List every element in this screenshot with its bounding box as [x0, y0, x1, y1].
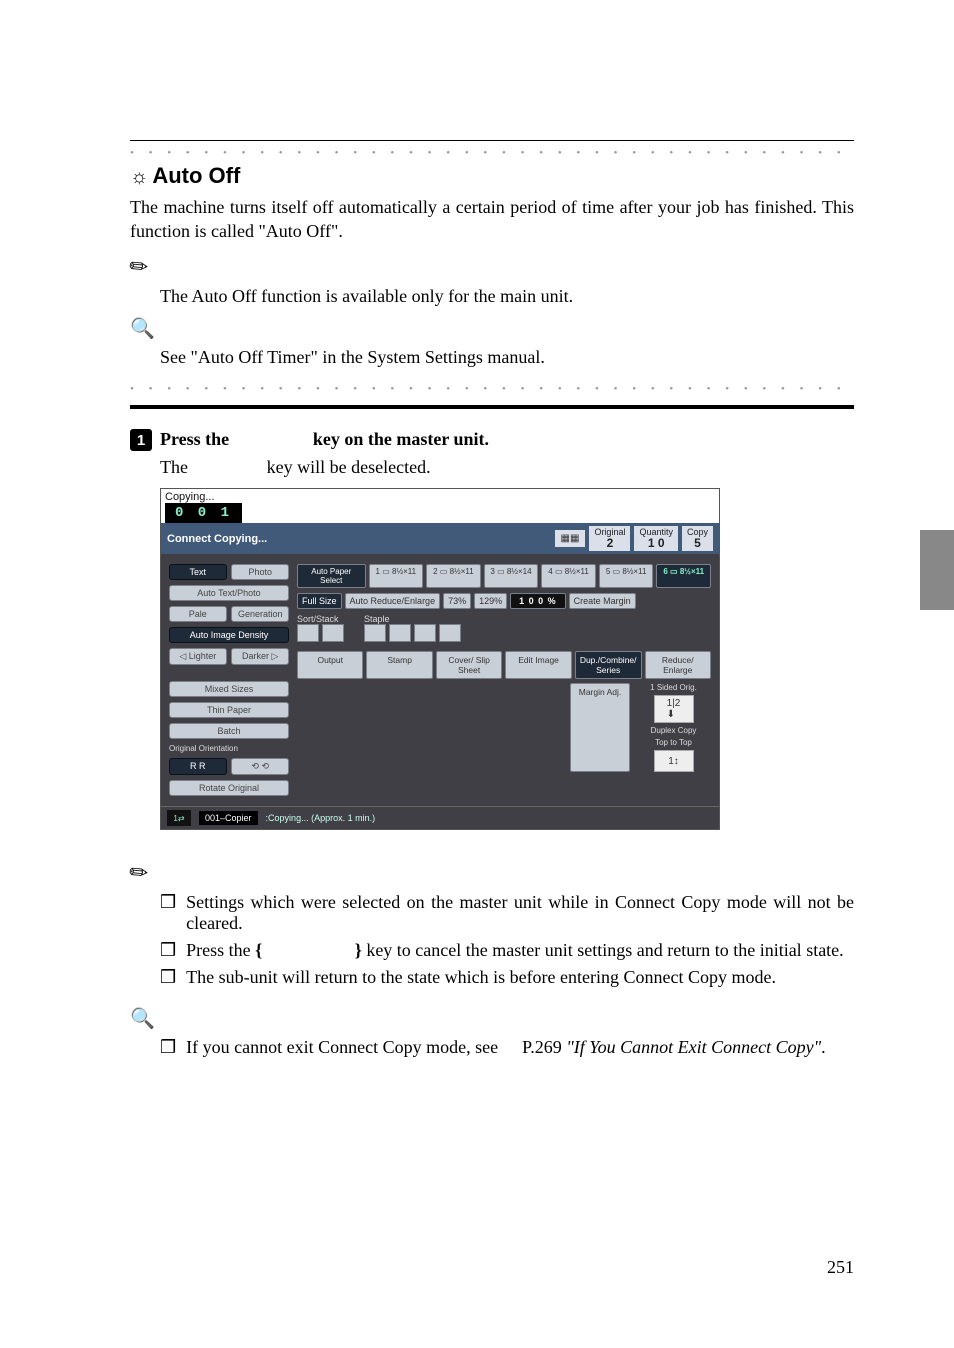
ss-margin-adj[interactable]: Margin Adj. [570, 683, 630, 772]
pencil-icon: ✎ [124, 251, 155, 283]
note-after-3: The sub-unit will return to the state wh… [186, 967, 776, 988]
ss-label-staple: Staple [364, 614, 461, 624]
ss-paper-4[interactable]: 4 ▭ 8½×11 [541, 564, 596, 588]
ss-ratio-100: 1 0 0 % [510, 593, 566, 609]
copier-screenshot: Copying... 0 0 1 Connect Copying... ▦▦ O… [160, 488, 720, 830]
ss-full-size[interactable]: Full Size [297, 593, 342, 609]
ss-badge-quantity: Quantity1 0 [634, 526, 678, 551]
ss-ratio-129[interactable]: 129% [474, 593, 507, 609]
ss-paper-2[interactable]: 2 ▭ 8½×11 [426, 564, 481, 588]
ss-btn-darker[interactable]: Darker ▷ [231, 648, 289, 665]
note-after-1: Settings which were selected on the mast… [186, 892, 854, 934]
ss-staple-1[interactable] [364, 624, 386, 642]
auto-off-body: The machine turns itself off automatical… [130, 195, 854, 244]
ss-paper-3[interactable]: 3 ▭ 8½×14 [484, 564, 539, 588]
step-1: 1 Press the [Connect] key on the master … [130, 429, 854, 451]
ss-btn-thin-paper[interactable]: Thin Paper [169, 702, 289, 718]
pencil-icon-2: ✎ [124, 857, 155, 889]
ss-btn-auto-text-photo[interactable]: Auto Text/Photo [169, 585, 289, 601]
auto-off-title: Auto Off [152, 163, 240, 189]
ss-staple-2[interactable] [389, 624, 411, 642]
ss-badge-original: Original2 [589, 526, 630, 551]
magnifier-icon: 🔍 [130, 316, 155, 341]
top-rule [130, 140, 854, 141]
note-text: The Auto Off function is available only … [160, 284, 854, 308]
thick-rule [130, 405, 854, 409]
ss-func-stamp[interactable]: Stamp [366, 651, 432, 679]
ss-copying-label: Copying... [165, 491, 242, 503]
ss-footer-status: :Copying... (Approx. 1 min.) [266, 813, 376, 823]
ss-label-duplex: Duplex Copy [651, 726, 697, 735]
reference-block-after: 🔍 Reference If you cannot exit Connect C… [130, 998, 854, 1058]
magnifier-icon-2: 🔍 [130, 1006, 155, 1031]
note-after-2: Press the {Clear Modes} key to cancel th… [186, 940, 844, 961]
ss-badge-copy: Copy5 [682, 526, 713, 551]
ss-staple-4[interactable] [439, 624, 461, 642]
ss-func-cover[interactable]: Cover/ Slip Sheet [436, 651, 502, 679]
ss-sort-1[interactable] [297, 624, 319, 642]
ss-sort-2[interactable] [322, 624, 344, 642]
ss-func-edit[interactable]: Edit Image [505, 651, 571, 679]
ss-btn-rotate-original[interactable]: Rotate Original [169, 780, 289, 796]
page-number: 251 [827, 1257, 854, 1278]
ss-btn-orient-portrait[interactable]: R R [169, 758, 227, 775]
step-sub-b: key will be deselected. [262, 457, 430, 477]
ss-auto-paper-select[interactable]: Auto Paper Select [297, 564, 366, 588]
ss-staple-3[interactable] [414, 624, 436, 642]
ss-auto-reduce-enlarge[interactable]: Auto Reduce/Enlarge [345, 593, 441, 609]
dot-row-bottom: • • • • • • • • • • • • • • • • • • • • … [130, 383, 854, 395]
reference-after-text: If you cannot exit Connect Copy mode, se… [186, 1037, 826, 1058]
note-block-after: ✎ Note Settings which were selected on t… [130, 850, 854, 988]
ss-icon-top-to-top: 1↕ [654, 750, 694, 772]
ss-paper-6[interactable]: 6 ▭ 8½×11 [656, 564, 711, 588]
ss-icon-1sided: 1|2⬇ [654, 695, 694, 723]
ss-btn-batch[interactable]: Batch [169, 723, 289, 739]
clear-modes-bracket-l: { [255, 940, 262, 960]
ss-btn-mixed-sizes[interactable]: Mixed Sizes [169, 681, 289, 697]
step-number-1: 1 [130, 429, 152, 451]
reference-text: See "Auto Off Timer" in the System Setti… [160, 345, 854, 369]
ss-func-reduce-enlarge[interactable]: Reduce/ Enlarge [645, 651, 711, 679]
reference-block: 🔍 Reference See "Auto Off Timer" in the … [130, 308, 854, 369]
ss-paper-1[interactable]: 1 ▭ 8½×11 [369, 564, 424, 588]
step-sub-a: The [160, 457, 192, 477]
step-text-b: key on the master unit. [308, 429, 489, 449]
ss-func-output[interactable]: Output [297, 651, 363, 679]
ss-header-title: Connect Copying... [167, 533, 267, 545]
clear-modes-bracket-r: } [355, 940, 362, 960]
sun-icon: ☼ [130, 166, 148, 189]
ss-label-top-to-top: Top to Top [655, 738, 692, 747]
ss-counter: 0 0 1 [165, 503, 242, 523]
ss-btn-lighter[interactable]: ◁ Lighter [169, 648, 227, 665]
ss-footer-unit[interactable]: 001–Copier [199, 811, 258, 825]
side-tab [920, 530, 954, 610]
ss-btn-orient-landscape[interactable]: ⟲ ⟲ [231, 758, 289, 775]
ss-create-margin[interactable]: Create Margin [569, 593, 636, 609]
ss-func-dup-combine[interactable]: Dup./Combine/ Series [575, 651, 642, 679]
ss-label-orig-orient: Original Orientation [169, 744, 289, 753]
ss-label-sort-stack: Sort/Stack [297, 614, 344, 624]
ss-connect-icon: ▦▦ [555, 530, 586, 547]
ss-btn-text[interactable]: Text [169, 564, 227, 580]
ss-footer-tile-1[interactable]: 1⇄ [167, 810, 191, 826]
note-block: ✎ Note The Auto Off function is availabl… [130, 244, 854, 308]
step-text-a: Press the [160, 429, 234, 449]
ss-btn-photo[interactable]: Photo [231, 564, 289, 580]
ss-ratio-73[interactable]: 73% [443, 593, 471, 609]
ss-btn-generation[interactable]: Generation [231, 606, 289, 622]
ss-btn-pale[interactable]: Pale [169, 606, 227, 622]
ss-paper-5[interactable]: 5 ▭ 8½×11 [599, 564, 654, 588]
dot-row-top: • • • • • • • • • • • • • • • • • • • • … [130, 147, 854, 159]
auto-off-heading: ☼ Auto Off [130, 163, 854, 189]
ss-label-1sided: 1 Sided Orig. [650, 683, 697, 692]
ss-btn-auto-image-density[interactable]: Auto Image Density [169, 627, 289, 643]
